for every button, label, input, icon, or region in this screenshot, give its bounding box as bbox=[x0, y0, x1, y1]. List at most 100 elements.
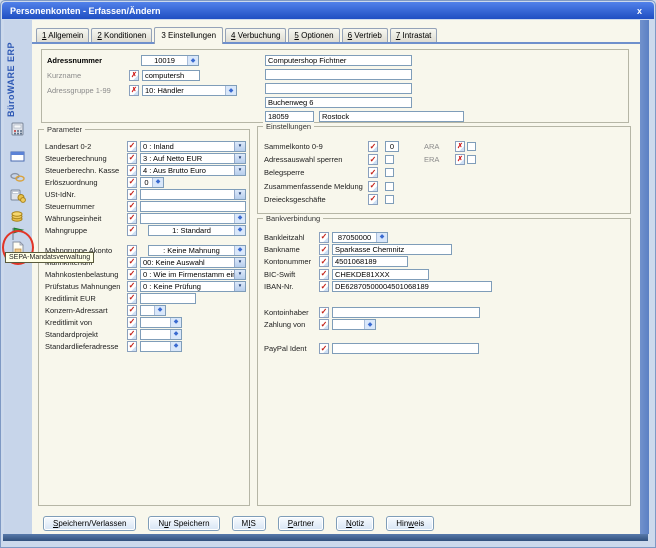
konzern-adressart-spinner-field[interactable]: ◆ bbox=[140, 305, 166, 316]
field-check-icon[interactable]: ✓ bbox=[368, 167, 378, 178]
ust-idnr-dropdown[interactable]: ▼ bbox=[140, 189, 246, 200]
tab-3-einstellungen[interactable]: 3 Einstellungen bbox=[154, 27, 223, 44]
field-check-icon[interactable]: ✓ bbox=[127, 269, 137, 280]
field-check-icon[interactable]: ✓ bbox=[127, 225, 137, 236]
mahnkostenbelastung-dropdown[interactable]: 0 : Wie im Firmenstamm eing▼ bbox=[140, 269, 246, 280]
dropdown-arrow-icon[interactable]: ▼ bbox=[234, 142, 245, 151]
field-check-icon[interactable]: ✓ bbox=[127, 201, 137, 212]
field-check-icon[interactable]: ✓ bbox=[319, 232, 329, 243]
field-check-icon[interactable]: ✓ bbox=[127, 177, 137, 188]
iban-nr-field[interactable]: DE62870500004501068189 bbox=[332, 281, 492, 292]
mahngruppe-akonto-spinner-field[interactable]: : Keine Mahnung◆ bbox=[148, 245, 246, 256]
field-check-icon[interactable]: ✓ bbox=[127, 293, 137, 304]
field-check-icon[interactable]: ✓ bbox=[319, 281, 329, 292]
dropdown-arrow-icon[interactable]: ▼ bbox=[234, 166, 245, 175]
hinweis-button[interactable]: Hinweis bbox=[386, 516, 434, 531]
zip-field[interactable]: 18059 bbox=[265, 111, 314, 122]
standardlieferadresse-spinner-field[interactable]: ◆ bbox=[140, 341, 182, 352]
mahnkriterium-dropdown[interactable]: 00: Keine Auswahl▼ bbox=[140, 257, 246, 268]
ara-checkbox[interactable] bbox=[467, 142, 476, 151]
clear-x-icon[interactable]: ✗ bbox=[129, 70, 139, 81]
landesart-0-2-dropdown[interactable]: 0 : Inland▼ bbox=[140, 141, 246, 152]
steuerberechn-kasse-dropdown[interactable]: 4 : Aus Brutto Euro▼ bbox=[140, 165, 246, 176]
field-check-icon[interactable]: ✓ bbox=[127, 245, 137, 256]
address-group-dropdown[interactable]: 10: Händler ◆ bbox=[142, 85, 237, 96]
spinner-icon[interactable]: ◆ bbox=[152, 178, 163, 187]
street-field[interactable]: Buchenweg 6 bbox=[265, 97, 412, 108]
field-check-icon[interactable]: ✓ bbox=[127, 189, 137, 200]
field-check-icon[interactable]: ✓ bbox=[127, 141, 137, 152]
notiz-button[interactable]: Notiz bbox=[336, 516, 374, 531]
link-icon[interactable] bbox=[10, 169, 26, 184]
dropdown-arrow-icon[interactable]: ▼ bbox=[234, 154, 245, 163]
field-check-icon[interactable]: ✓ bbox=[127, 317, 137, 328]
field-check-icon[interactable]: ✓ bbox=[319, 269, 329, 280]
calculator-icon[interactable] bbox=[10, 122, 26, 137]
mahngruppe-spinner-field[interactable]: 1: Standard◆ bbox=[148, 225, 246, 236]
adressauswahl-sperren-checkbox[interactable] bbox=[385, 155, 394, 164]
name-line3-field[interactable] bbox=[265, 83, 412, 94]
field-check-icon[interactable]: ✓ bbox=[127, 153, 137, 164]
field-check-icon[interactable]: ✓ bbox=[368, 194, 378, 205]
erl-szuordnung-spinner-field[interactable]: 0◆ bbox=[140, 177, 164, 188]
sammelkonto-0-9-field[interactable]: 0 bbox=[385, 141, 399, 152]
dropdown-arrow-icon[interactable]: ▼ bbox=[234, 258, 245, 267]
mis-button[interactable]: MIS bbox=[232, 516, 266, 531]
bankname-field[interactable]: Sparkasse Chemnitz bbox=[332, 244, 452, 255]
dreiecksgesch-fte-checkbox[interactable] bbox=[385, 195, 394, 204]
nur-speichern-button[interactable]: Nur Speichern bbox=[148, 516, 219, 531]
field-check-icon[interactable]: ✓ bbox=[368, 141, 378, 152]
spinner-icon[interactable]: ◆ bbox=[187, 56, 198, 65]
kontonummer-field[interactable]: 4501068189 bbox=[332, 256, 408, 267]
dropdown-arrow-icon[interactable]: ▼ bbox=[234, 190, 245, 199]
field-check-icon[interactable]: ✓ bbox=[127, 329, 137, 340]
spinner-icon[interactable]: ◆ bbox=[170, 342, 181, 351]
address-number-field[interactable]: 10019 ◆ bbox=[141, 55, 199, 66]
field-check-icon[interactable]: ✓ bbox=[368, 181, 378, 192]
partner-button[interactable]: Partner bbox=[278, 516, 324, 531]
short-name-field[interactable]: computersh bbox=[142, 70, 200, 81]
spinner-icon[interactable]: ◆ bbox=[364, 320, 375, 329]
paypal-ident-field[interactable] bbox=[332, 343, 479, 354]
dropdown-arrow-icon[interactable]: ▼ bbox=[234, 270, 245, 279]
spinner-icon[interactable]: ◆ bbox=[154, 306, 165, 315]
field-check-icon[interactable]: ✓ bbox=[319, 256, 329, 267]
close-icon[interactable]: x bbox=[637, 6, 646, 16]
field-check-icon[interactable]: ✓ bbox=[127, 257, 137, 268]
name-line2-field[interactable] bbox=[265, 69, 412, 80]
spinner-icon[interactable]: ◆ bbox=[234, 214, 245, 223]
spinner-icon[interactable]: ◆ bbox=[234, 246, 245, 255]
bic-swift-field[interactable]: CHEKDE81XXX bbox=[332, 269, 429, 280]
belegsperre-checkbox[interactable] bbox=[385, 168, 394, 177]
company-name-field[interactable]: Computershop Fichtner bbox=[265, 55, 412, 66]
pr-fstatus-mahnungen-dropdown[interactable]: 0 : Keine Prüfung▼ bbox=[140, 281, 246, 292]
tab-7-intrastat[interactable]: 7 Intrastat bbox=[390, 28, 438, 42]
kontoinhaber-field[interactable] bbox=[332, 307, 480, 318]
steuernummer-field[interactable] bbox=[140, 201, 246, 212]
steuerberechnung-dropdown[interactable]: 3 : Auf Netto EUR▼ bbox=[140, 153, 246, 164]
era-checkbox[interactable] bbox=[467, 155, 476, 164]
field-check-icon[interactable]: ✓ bbox=[319, 343, 329, 354]
tab-4-verbuchung[interactable]: 4 Verbuchung bbox=[225, 28, 286, 42]
tab-6-vertrieb[interactable]: 6 Vertrieb bbox=[342, 28, 388, 42]
field-check-icon[interactable]: ✓ bbox=[127, 305, 137, 316]
standardprojekt-spinner-field[interactable]: ◆ bbox=[140, 329, 182, 340]
zahlung-von-spinner-field[interactable]: ◆ bbox=[332, 319, 376, 330]
field-check-icon[interactable]: ✓ bbox=[127, 165, 137, 176]
field-check-icon[interactable]: ✓ bbox=[319, 244, 329, 255]
field-check-icon[interactable]: ✓ bbox=[127, 341, 137, 352]
window-icon[interactable] bbox=[10, 149, 26, 164]
field-check-icon[interactable]: ✓ bbox=[319, 307, 329, 318]
kreditlimit-eur-field[interactable] bbox=[140, 293, 196, 304]
spinner-icon[interactable]: ◆ bbox=[170, 330, 181, 339]
kreditlimit-von-spinner-field[interactable]: ◆ bbox=[140, 317, 182, 328]
spinner-icon[interactable]: ◆ bbox=[170, 318, 181, 327]
zusammenfassende-meldung-checkbox[interactable] bbox=[385, 182, 394, 191]
coins-icon[interactable] bbox=[10, 208, 26, 223]
calculator-coins-icon[interactable] bbox=[10, 188, 26, 203]
clear-x-icon[interactable]: ✗ bbox=[455, 141, 465, 152]
field-check-icon[interactable]: ✓ bbox=[127, 213, 137, 224]
spinner-icon[interactable]: ◆ bbox=[376, 233, 387, 242]
dropdown-arrow-icon[interactable]: ▼ bbox=[234, 282, 245, 291]
tab-5-optionen[interactable]: 5 Optionen bbox=[288, 28, 339, 42]
